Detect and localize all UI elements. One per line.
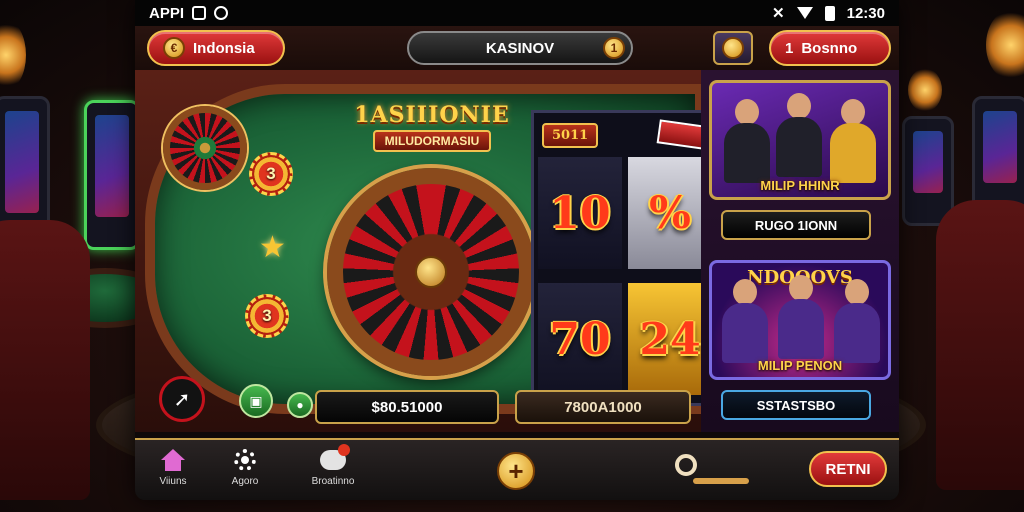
ceiling-lamp-right <box>986 10 1024 80</box>
person-figure <box>722 279 768 363</box>
roulette-table: 1ASIIIONIE MILUDORMASIU 3 ★ 3 5011 10 % … <box>145 84 717 414</box>
reel-badge: 5011 <box>542 122 599 148</box>
reel-cell: 24 <box>628 283 712 395</box>
battery-icon <box>824 5 835 21</box>
promo-column: MILIP HHINR RUGO 1IONN NDOOOVS MILIP PEN… <box>701 70 899 432</box>
nav-home[interactable]: Viiuns <box>143 448 203 494</box>
reel-cell: 10 <box>538 157 622 269</box>
ceiling-lamp-right-2 <box>908 68 942 112</box>
person-figure <box>778 275 824 359</box>
background-chair <box>936 200 1024 490</box>
nav-settings-label: Agoro <box>231 476 259 487</box>
promo-button[interactable]: 1 Bosnno <box>769 30 891 66</box>
wallet-button[interactable]: ▣ <box>239 384 273 418</box>
promo-card-caption: MILIP HHINR <box>760 178 840 193</box>
game-logo: 1ASIIIONIE MILUDORMASIU <box>343 102 521 160</box>
nav-settings[interactable]: Agoro <box>215 448 275 494</box>
background-slot-machine <box>902 116 954 226</box>
nav-chat[interactable]: Broatinno <box>303 444 363 494</box>
mute-icon: ✕ <box>772 5 785 22</box>
title-coin-icon: 1 <box>603 37 625 59</box>
reel-cell: % <box>628 157 712 269</box>
phone-screen: APPI ✕ 12:30 € Indonsia KASINOV 1 1 Bosn… <box>135 0 899 500</box>
home-icon <box>161 449 185 471</box>
chat-icon <box>320 444 350 470</box>
reel-header: 5011 <box>542 117 714 153</box>
add-button[interactable]: + <box>497 452 535 490</box>
chip-icon: ● <box>296 398 304 412</box>
promo-button-2[interactable]: SSTASTSBO <box>721 390 871 420</box>
app-label: APPI <box>149 4 185 22</box>
promo-card-bonus[interactable]: NDOOOVS MILIP PENON <box>709 260 891 380</box>
gear-icon <box>234 449 256 471</box>
mini-roulette-wheel[interactable] <box>163 106 247 190</box>
promo-card-caption: MILIP PENON <box>757 358 843 373</box>
status-bar: APPI ✕ 12:30 <box>135 0 899 26</box>
bet-chip-button[interactable]: ● <box>287 392 313 418</box>
slot-reels: 5011 10 % 70 24 <box>531 110 717 406</box>
search-button[interactable] <box>675 454 749 488</box>
sync-icon <box>214 6 229 20</box>
star-icon: ★ <box>259 231 286 264</box>
return-button[interactable]: RETNI <box>809 451 887 487</box>
clock: 12:30 <box>846 4 885 22</box>
top-bar: € Indonsia KASINOV 1 1 Bosnno <box>135 26 899 70</box>
reel-cell: 70 <box>538 283 622 395</box>
cursor-icon: ➚ <box>173 388 191 411</box>
bottom-nav: Viiuns Agoro Broatinno + RETNI <box>135 438 899 500</box>
promo-label: Bosnno <box>801 39 858 57</box>
person-figure <box>776 93 822 177</box>
ceiling-lamp-left <box>0 20 26 90</box>
game-title-pill[interactable]: KASINOV 1 <box>407 31 633 65</box>
region-label: Indonsia <box>193 39 255 57</box>
coin-badge-button[interactable] <box>713 31 753 65</box>
logo-subtitle: MILUDORMASIU <box>372 130 492 152</box>
game-title: KASINOV <box>485 39 555 57</box>
nav-home-label: Viiuns <box>159 476 187 487</box>
casino-chip[interactable]: 3 <box>249 152 293 196</box>
wallet-icon: ▣ <box>249 392 263 409</box>
promo-coin: 1 <box>785 39 794 57</box>
wheel-hub <box>415 256 447 288</box>
promo-card-vip[interactable]: MILIP HHINR <box>709 80 891 200</box>
person-figure <box>724 99 770 183</box>
region-coin-icon: € <box>163 37 185 59</box>
person-figure <box>834 279 880 363</box>
background-chair <box>0 220 90 500</box>
region-button[interactable]: € Indonsia <box>147 30 285 66</box>
wifi-icon <box>796 7 813 19</box>
game-area: 1ASIIIONIE MILUDORMASIU 3 ★ 3 5011 10 % … <box>135 70 717 432</box>
person-figure <box>830 99 876 183</box>
search-handle <box>693 478 749 484</box>
bet-amount-field[interactable]: $80.51000 <box>315 390 499 424</box>
logo-title: 1ASIIIONIE <box>354 102 510 128</box>
balance-field[interactable]: 7800A1000 <box>515 390 691 424</box>
search-icon <box>675 454 697 476</box>
coin-badge-icon <box>722 37 744 59</box>
casino-chip[interactable]: 3 <box>245 294 289 338</box>
cursor-button[interactable]: ➚ <box>159 376 205 422</box>
background-slot-machine <box>84 100 140 250</box>
promo-button-1[interactable]: RUGO 1IONN <box>721 210 871 240</box>
nav-chat-label: Broatinno <box>311 476 355 487</box>
roulette-wheel[interactable] <box>327 168 535 376</box>
background-slot-machine <box>972 96 1024 216</box>
notification-icon <box>192 6 207 20</box>
